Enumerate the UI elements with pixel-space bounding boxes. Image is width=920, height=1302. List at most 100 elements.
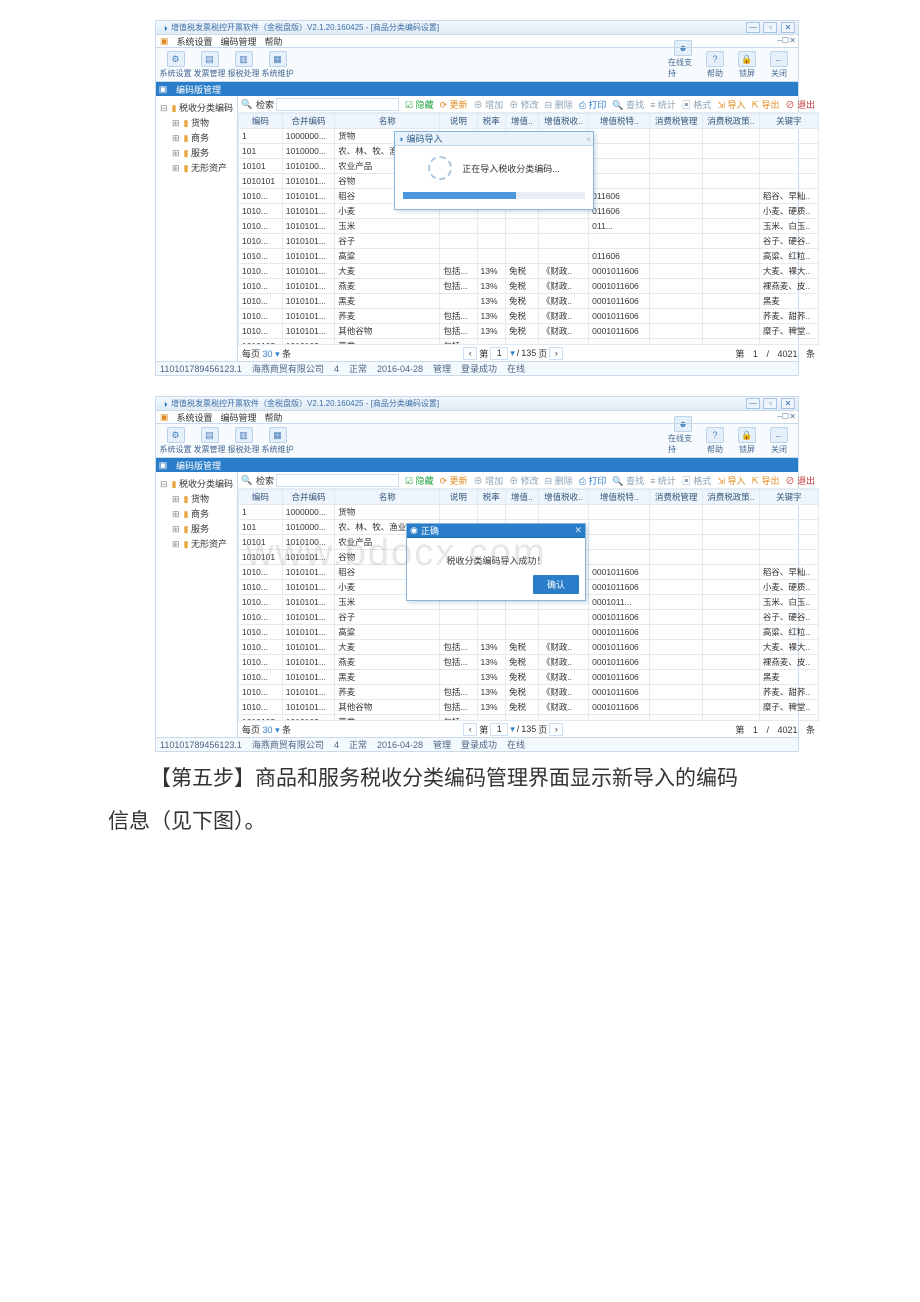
- page-number[interactable]: 1: [490, 347, 508, 360]
- col-header[interactable]: 增值..: [505, 114, 538, 129]
- toolbar-btn[interactable]: ⎙ 打印: [577, 98, 609, 111]
- toolbar-btn[interactable]: ⎙ 打印: [577, 474, 609, 487]
- table-row[interactable]: 1010...1010101...谷子谷子、硬谷..: [239, 234, 819, 249]
- inner-close-icon[interactable]: – ☐ ✕: [777, 412, 795, 421]
- tree-toggle-icon[interactable]: ⊞: [172, 163, 181, 174]
- col-header[interactable]: 消费税政策..: [702, 114, 759, 129]
- tree-item[interactable]: ⊟ ▮ 税收分类编码: [158, 100, 235, 115]
- dropdown-icon[interactable]: ▾: [275, 349, 280, 359]
- search-input[interactable]: [276, 98, 399, 111]
- subtab-label[interactable]: 编码版管理: [170, 83, 227, 96]
- toolbar-btn[interactable]: ⊕ 修改: [507, 474, 541, 487]
- tree-toggle-icon[interactable]: ⊟: [160, 103, 169, 114]
- col-header[interactable]: 编码: [239, 114, 283, 129]
- col-header[interactable]: 合并编码: [282, 490, 335, 505]
- tree-item[interactable]: ⊞ ▮ 服务: [158, 521, 235, 536]
- pager-per[interactable]: 30: [263, 725, 273, 735]
- col-header[interactable]: 增值..: [505, 490, 538, 505]
- toolbar-btn[interactable]: ⇲ 导入: [715, 98, 747, 111]
- tree-toggle-icon[interactable]: ⊞: [172, 494, 181, 505]
- tree-item[interactable]: ⊞ ▮ 服务: [158, 145, 235, 160]
- toolbar-btn[interactable]: ⊕ 增加: [472, 98, 506, 111]
- toolbar-btn[interactable]: ☑ 隐藏: [403, 474, 436, 487]
- tree-toggle-icon[interactable]: ⊞: [172, 118, 181, 129]
- col-header[interactable]: 增值税收..: [538, 490, 588, 505]
- tree-item[interactable]: ⊞ ▮ 无形资产: [158, 536, 235, 551]
- ribbon-系统维护[interactable]: ▦系统维护: [261, 51, 294, 80]
- ribbon-关闭[interactable]: ←关闭: [764, 427, 794, 456]
- table-row[interactable]: 10101021010102...薯类包括...: [239, 715, 819, 721]
- tree-toggle-icon[interactable]: ⊞: [172, 509, 181, 520]
- table-row[interactable]: 1010...1010101...荞麦包括...13%免税《财政..000101…: [239, 685, 819, 700]
- toolbar-btn[interactable]: ⊘ 退出: [784, 98, 818, 111]
- toolbar-btn[interactable]: 🔍 查找: [610, 98, 646, 111]
- table-row[interactable]: 10101021010102...薯类包括...: [239, 339, 819, 345]
- tree-item[interactable]: ⊞ ▮ 货物: [158, 115, 235, 130]
- inner-close-icon[interactable]: – ☐ ✕: [777, 36, 795, 45]
- page-prev-button[interactable]: ‹: [463, 347, 477, 360]
- col-header[interactable]: 消费税管理: [650, 114, 703, 129]
- dropdown-icon[interactable]: ▾: [510, 724, 515, 735]
- toolbar-btn[interactable]: ⊕ 增加: [472, 474, 506, 487]
- tree-item[interactable]: ⊟ ▮ 税收分类编码: [158, 476, 235, 491]
- min-button[interactable]: —: [746, 398, 760, 409]
- col-header[interactable]: 合并编码: [282, 114, 335, 129]
- col-header[interactable]: 名称: [335, 490, 440, 505]
- max-button[interactable]: ▫: [763, 398, 777, 409]
- menu-systemset[interactable]: 系统设置: [177, 411, 213, 424]
- close-button[interactable]: ✕: [781, 398, 795, 409]
- ribbon-帮助[interactable]: ?帮助: [700, 427, 730, 456]
- ribbon-帮助[interactable]: ?帮助: [700, 51, 730, 80]
- col-header[interactable]: 关键字: [759, 114, 818, 129]
- tree-item[interactable]: ⊞ ▮ 商务: [158, 130, 235, 145]
- col-header[interactable]: 消费税管理: [650, 490, 703, 505]
- search-input[interactable]: [276, 474, 399, 487]
- table-row[interactable]: 1010...1010101...燕麦包括...13%免税《财政..000101…: [239, 655, 819, 670]
- min-button[interactable]: —: [746, 22, 760, 33]
- menu-systemset[interactable]: 系统设置: [177, 35, 213, 48]
- col-header[interactable]: 增值税特..: [589, 490, 650, 505]
- table-row[interactable]: 1010...1010101...黑麦13%免税《财政..0001011606黑…: [239, 294, 819, 309]
- table-row[interactable]: 1010...1010101...其他谷物包括...13%免税《财政..0001…: [239, 324, 819, 339]
- ribbon-发票管理[interactable]: ▤发票管理: [193, 427, 226, 456]
- dropdown-icon[interactable]: ▾: [510, 348, 515, 359]
- table-row[interactable]: 1010...1010101...荞麦包括...13%免税《财政..000101…: [239, 309, 819, 324]
- toolbar-btn[interactable]: ⊟ 删除: [543, 98, 575, 111]
- col-header[interactable]: 关键字: [759, 490, 818, 505]
- ribbon-系统设置[interactable]: ⚙系统设置: [159, 51, 192, 80]
- toolbar-btn[interactable]: ⊟ 删除: [543, 474, 575, 487]
- toolbar-btn[interactable]: ⊘ 退出: [784, 474, 818, 487]
- toolbar-btn[interactable]: ▣ 格式: [680, 98, 714, 111]
- col-header[interactable]: 编码: [239, 490, 283, 505]
- toolbar-btn[interactable]: 🔍 查找: [610, 474, 646, 487]
- max-button[interactable]: ▫: [763, 22, 777, 33]
- tree-toggle-icon[interactable]: ⊞: [172, 524, 181, 535]
- toolbar-btn[interactable]: ⟳ 更新: [438, 474, 470, 487]
- dropdown-icon[interactable]: ▾: [275, 725, 280, 735]
- table-row[interactable]: 1010...1010101...黑麦13%免税《财政..0001011606黑…: [239, 670, 819, 685]
- dialog-close-icon[interactable]: ▫: [587, 134, 590, 144]
- ribbon-报税处理[interactable]: ▥报税处理: [227, 51, 260, 80]
- page-next-button[interactable]: ›: [549, 723, 563, 736]
- ribbon-锁屏[interactable]: 🔒锁屏: [732, 51, 762, 80]
- ribbon-锁屏[interactable]: 🔒锁屏: [732, 427, 762, 456]
- menu-help[interactable]: 帮助: [265, 35, 283, 48]
- toolbar-btn[interactable]: ⊕ 修改: [507, 98, 541, 111]
- ribbon-发票管理[interactable]: ▤发票管理: [193, 51, 226, 80]
- col-header[interactable]: 增值税特..: [589, 114, 650, 129]
- table-row[interactable]: 1010...1010101...大麦包括...13%免税《财政..000101…: [239, 264, 819, 279]
- toolbar-btn[interactable]: ≡ 统计: [648, 474, 678, 487]
- col-header[interactable]: 名称: [335, 114, 440, 129]
- col-header[interactable]: 税率: [477, 114, 505, 129]
- menu-help[interactable]: 帮助: [265, 411, 283, 424]
- ribbon-系统设置[interactable]: ⚙系统设置: [159, 427, 192, 456]
- tree-toggle-icon[interactable]: ⊞: [172, 133, 181, 144]
- toolbar-btn[interactable]: ≡ 统计: [648, 98, 678, 111]
- ribbon-系统维护[interactable]: ▦系统维护: [261, 427, 294, 456]
- col-header[interactable]: 消费税政策..: [702, 490, 759, 505]
- col-header[interactable]: 税率: [477, 490, 505, 505]
- table-row[interactable]: 1010...1010101...燕麦包括...13%免税《财政..000101…: [239, 279, 819, 294]
- tree-toggle-icon[interactable]: ⊟: [160, 479, 169, 490]
- ribbon-报税处理[interactable]: ▥报税处理: [227, 427, 260, 456]
- table-row[interactable]: 1010...1010101...玉米011...玉米、白玉..: [239, 219, 819, 234]
